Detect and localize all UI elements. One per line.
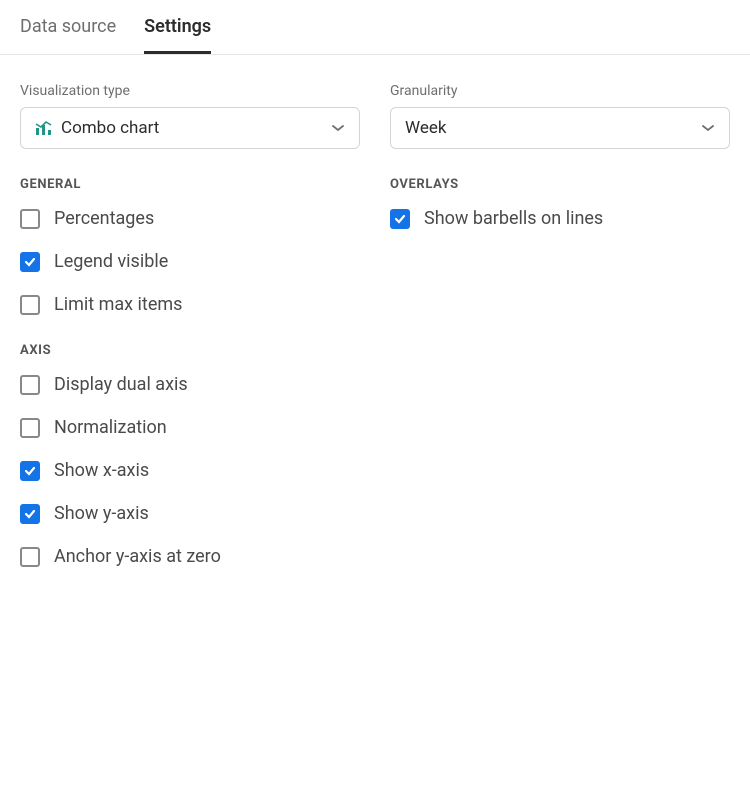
checkbox-display-dual-axis[interactable]: Display dual axis [20,374,360,395]
right-column: Granularity Week OVERLAYS Show barbells … [390,83,730,589]
checkbox-box [20,295,40,315]
dropdown-left-content: Week [405,118,446,138]
checkbox-label: Normalization [54,417,167,438]
checkbox-box [20,418,40,438]
checkbox-box [20,504,40,524]
checkbox-show-barbells-on-lines[interactable]: Show barbells on lines [390,208,730,229]
checkbox-show-y-axis[interactable]: Show y-axis [20,503,360,524]
checkbox-label: Limit max items [54,294,182,315]
tab-settings[interactable]: Settings [144,16,211,54]
checkbox-label: Anchor y-axis at zero [54,546,221,567]
checkbox-box [390,209,410,229]
checkbox-label: Show y-axis [54,503,149,524]
overlays-heading: OVERLAYS [390,177,730,192]
checkbox-label: Show barbells on lines [424,208,603,229]
checkbox-show-x-axis[interactable]: Show x-axis [20,460,360,481]
general-heading: GENERAL [20,177,360,192]
left-column: Visualization type Combo chart GENERAL [20,83,360,589]
visualization-type-value: Combo chart [61,118,159,138]
checkbox-legend-visible[interactable]: Legend visible [20,251,360,272]
checkbox-label: Display dual axis [54,374,188,395]
checkbox-label: Legend visible [54,251,168,272]
checkbox-normalization[interactable]: Normalization [20,417,360,438]
axis-heading: AXIS [20,343,360,358]
checkbox-box [20,375,40,395]
checkbox-percentages[interactable]: Percentages [20,208,360,229]
chevron-down-icon [701,124,715,132]
granularity-label: Granularity [390,83,730,99]
granularity-dropdown[interactable]: Week [390,107,730,149]
checkbox-limit-max-items[interactable]: Limit max items [20,294,360,315]
visualization-type-label: Visualization type [20,83,360,99]
chevron-down-icon [331,124,345,132]
checkbox-box [20,461,40,481]
granularity-value: Week [405,118,446,138]
dropdown-left-content: Combo chart [35,118,159,138]
combo-chart-icon [35,121,53,135]
checkbox-label: Percentages [54,208,154,229]
checkbox-box [20,252,40,272]
tabs: Data source Settings [0,0,750,55]
checkbox-box [20,547,40,567]
tab-data-source[interactable]: Data source [20,16,116,54]
checkbox-label: Show x-axis [54,460,149,481]
checkbox-box [20,209,40,229]
settings-content: Visualization type Combo chart GENERAL [0,55,750,617]
visualization-type-dropdown[interactable]: Combo chart [20,107,360,149]
checkbox-anchor-y-axis-at-zero[interactable]: Anchor y-axis at zero [20,546,360,567]
